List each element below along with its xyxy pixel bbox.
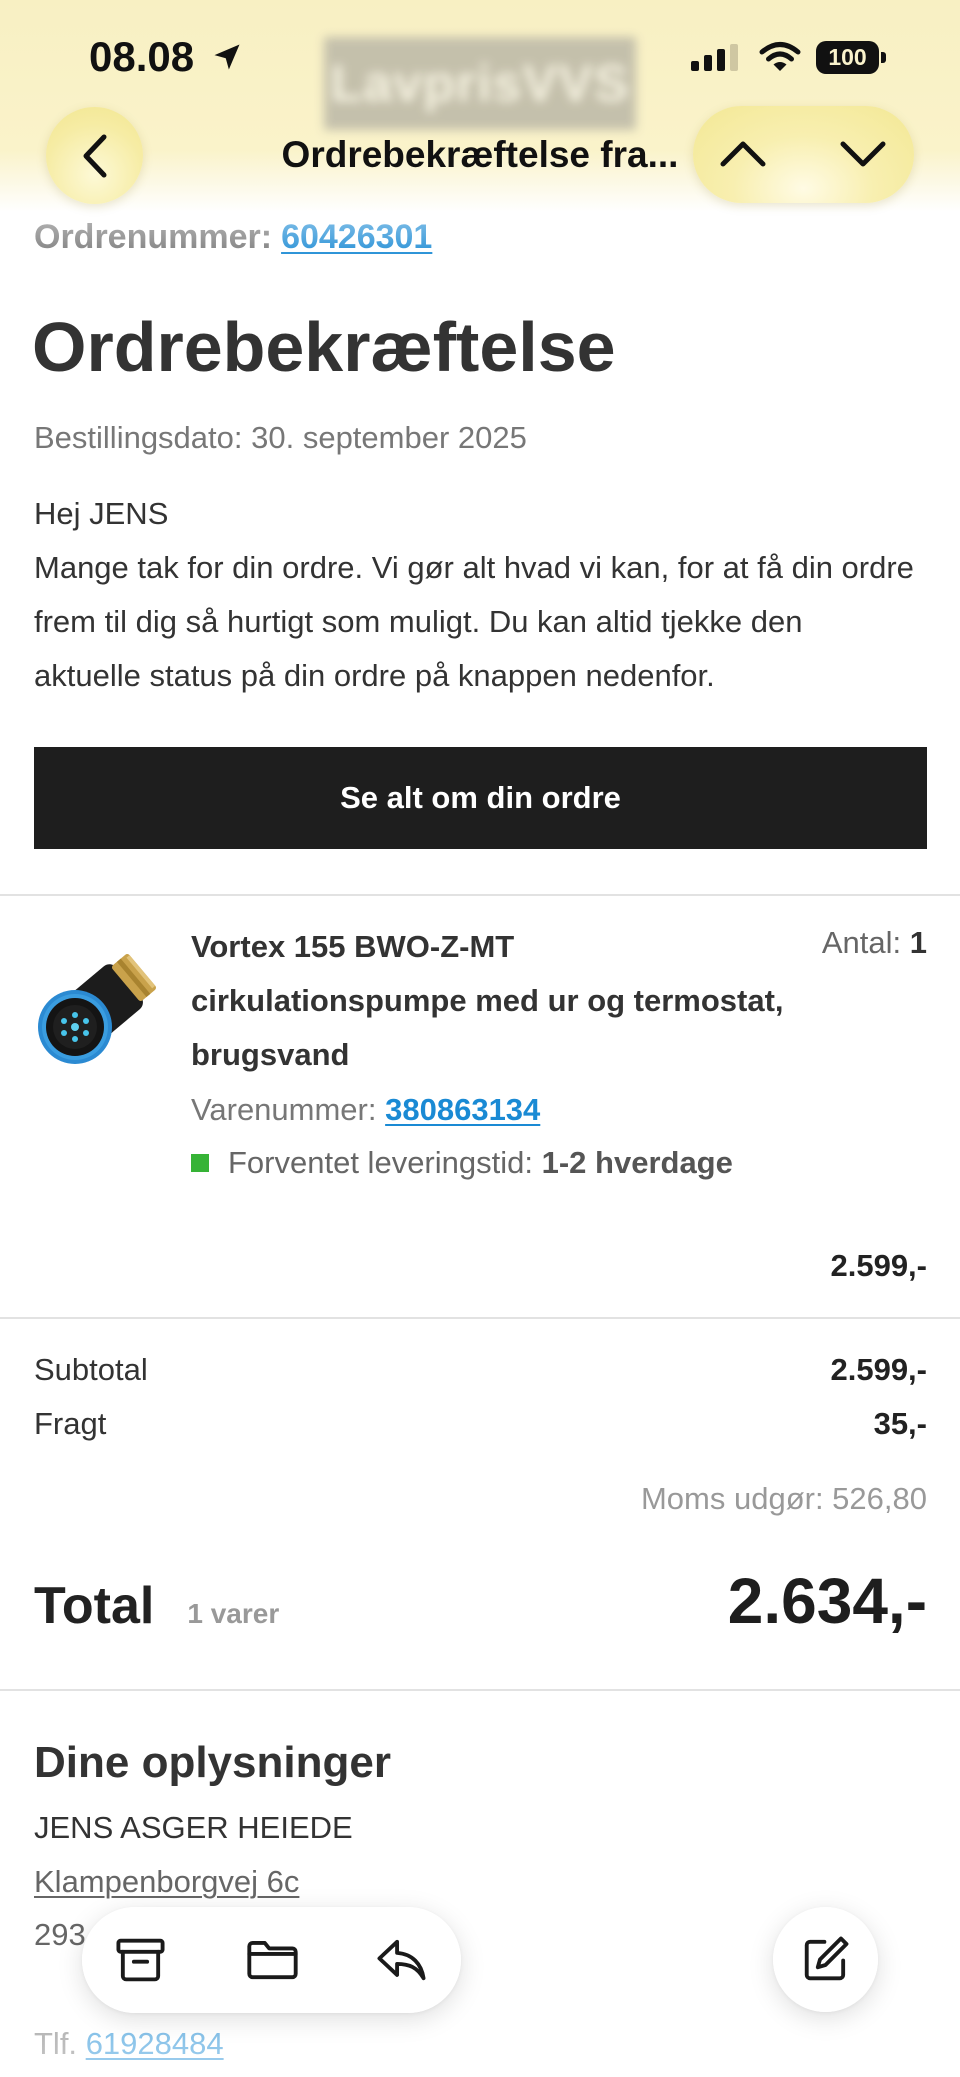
back-button[interactable] bbox=[46, 107, 143, 204]
item-price: 2.599,- bbox=[830, 1248, 927, 1283]
reply-icon[interactable] bbox=[375, 1933, 428, 1986]
divider bbox=[0, 1689, 960, 1691]
chevron-down-icon[interactable] bbox=[839, 140, 887, 168]
total-row: Total 1 varer 2.634,- bbox=[34, 1566, 927, 1636]
vat-amount: Moms udgør: 526,80 bbox=[640, 1481, 927, 1516]
phone-label: Tlf. bbox=[34, 2026, 78, 2061]
view-order-button-label: Se alt om din ordre bbox=[340, 780, 621, 815]
delivery-label: Forventet leveringstid: bbox=[228, 1145, 533, 1180]
total-label: Total bbox=[34, 1577, 155, 1635]
location-arrow-icon bbox=[214, 44, 240, 70]
greeting: Hej JENS bbox=[34, 496, 169, 531]
sender-logo: LavprisVVS bbox=[324, 37, 636, 130]
delivery-status-indicator bbox=[191, 1154, 209, 1172]
customer-phone-line: Tlf. 61928484 bbox=[34, 2017, 224, 2071]
product-name-line-2: cirkulationspumpe med ur og termostat, bbox=[191, 983, 784, 1018]
chevron-up-icon[interactable] bbox=[719, 140, 767, 168]
shipping-label: Fragt bbox=[34, 1406, 107, 1441]
customer-name: JENS ASGER HEIEDE bbox=[34, 1810, 353, 1845]
battery-level: 100 bbox=[828, 44, 867, 70]
message-line-1: Mange tak for din ordre. Vi gør alt hvad… bbox=[34, 550, 914, 585]
message-line-3: aktuelle status på din ordre på knappen … bbox=[34, 658, 715, 693]
quantity-label: Antal: bbox=[821, 925, 902, 960]
customer-street-link[interactable]: Klampenborgvej 6c bbox=[34, 1855, 299, 1909]
delivery-line: Forventet leveringstid: 1-2 hverdage bbox=[228, 1136, 733, 1190]
status-time: 08.08 bbox=[89, 33, 195, 80]
shipping-value: 35,- bbox=[873, 1406, 927, 1441]
subtotal-label: Subtotal bbox=[34, 1352, 148, 1387]
subtotal-value: 2.599,- bbox=[830, 1352, 927, 1387]
message-line-2: frem til dig så hurtigt som muligt. Du k… bbox=[34, 604, 803, 639]
compose-icon bbox=[804, 1936, 849, 1981]
folder-icon[interactable] bbox=[246, 1933, 299, 1986]
order-number-link[interactable]: 60426301 bbox=[281, 218, 432, 256]
order-number-label: Ordrenummer: bbox=[34, 218, 273, 256]
order-date: Bestillingsdato: 30. september 2025 bbox=[34, 420, 527, 455]
sku-line: Varenummer: 380863134 bbox=[191, 1083, 540, 1137]
message-navigation bbox=[693, 106, 914, 203]
customer-heading: Dine oplysninger bbox=[34, 1738, 391, 1787]
divider bbox=[0, 1317, 960, 1319]
order-number-line: Ordrenummer: 60426301 bbox=[34, 215, 432, 259]
customer-postal: 293 bbox=[34, 1917, 86, 1952]
message-subject-title: Ordrebekræftelse fra... bbox=[281, 134, 679, 175]
email-heading: Ordrebekræftelse bbox=[32, 308, 616, 386]
sku-link[interactable]: 380863134 bbox=[385, 1092, 540, 1127]
battery-icon: 100 bbox=[816, 41, 886, 74]
quantity: Antal: 1 bbox=[822, 916, 927, 970]
archive-icon[interactable] bbox=[114, 1933, 167, 1986]
divider bbox=[0, 894, 960, 896]
chevron-left-icon bbox=[83, 134, 106, 177]
cellular-signal-icon bbox=[691, 44, 738, 71]
compose-button[interactable] bbox=[773, 1907, 878, 2012]
wifi-icon bbox=[759, 42, 801, 71]
item-count: 1 varer bbox=[187, 1598, 280, 1629]
quantity-value: 1 bbox=[909, 925, 927, 960]
phone-link[interactable]: 61928484 bbox=[86, 2026, 224, 2061]
view-order-button[interactable]: Se alt om din ordre bbox=[34, 747, 927, 849]
circulation-pump-image bbox=[38, 954, 156, 1064]
product-image[interactable] bbox=[33, 947, 166, 1073]
mail-toolbar bbox=[82, 1907, 461, 2013]
total-amount: 2.634,- bbox=[727, 1565, 927, 1637]
sku-label: Varenummer: bbox=[191, 1092, 377, 1127]
product-name-line-1: Vortex 155 BWO-Z-MT bbox=[191, 929, 515, 964]
product-name-line-3: brugsvand bbox=[191, 1037, 350, 1072]
delivery-time: 1-2 hverdage bbox=[541, 1145, 733, 1180]
